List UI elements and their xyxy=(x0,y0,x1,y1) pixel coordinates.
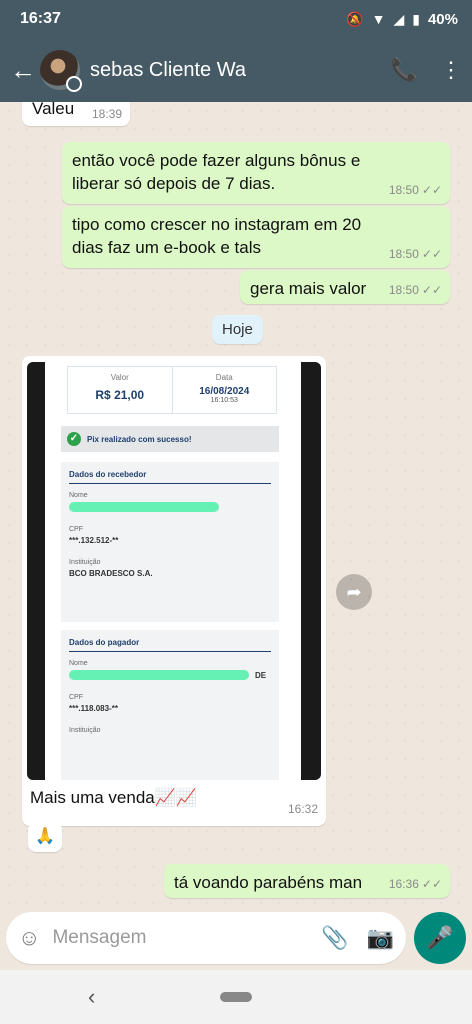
value-cell: Valor R$ 21,00 xyxy=(68,367,172,413)
recipient-title: Dados do recebedor xyxy=(69,470,271,484)
avatar[interactable] xyxy=(40,50,82,92)
message-meta: 18:50 ✓✓ xyxy=(389,282,442,298)
image-caption: Mais uma venda📈📈 xyxy=(30,788,198,807)
attach-icon[interactable]: 📎 xyxy=(321,925,348,951)
reaction-badge[interactable]: 🙏 xyxy=(28,822,62,852)
message-time: 16:36 xyxy=(388,876,419,891)
cpf-value: ***.132.512-** xyxy=(69,536,119,545)
message-input[interactable] xyxy=(52,927,322,949)
mute-icon: 🔕 xyxy=(346,10,364,27)
back-arrow-icon[interactable]: ← xyxy=(10,55,40,86)
receipt-image[interactable]: Valor R$ 21,00 Data 16/08/2024 16:10:53 … xyxy=(27,362,321,780)
message-bubble[interactable]: tipo como crescer no instagram em 20 dia… xyxy=(62,206,450,268)
message-text: tipo como crescer no instagram em 20 dia… xyxy=(72,215,362,257)
message-text: gera mais valor xyxy=(250,279,367,298)
cpf-label: CPF xyxy=(69,694,83,701)
read-ticks-icon: ✓✓ xyxy=(421,182,442,197)
receipt-paper: Valor R$ 21,00 Data 16/08/2024 16:10:53 … xyxy=(45,362,301,780)
check-icon: ✓ xyxy=(67,432,81,446)
message-bubble[interactable]: então você pode fazer alguns bônus e lib… xyxy=(62,142,450,204)
date-label: Data xyxy=(215,373,233,382)
signal-icon: ◢ xyxy=(393,10,405,27)
name-suffix: DE xyxy=(255,670,267,680)
status-time: 16:37 xyxy=(20,10,61,27)
message-time: 18:50 xyxy=(388,246,419,261)
status-ring-icon xyxy=(66,76,82,92)
time-value: 16:10:53 xyxy=(210,397,238,404)
status-bar: 16:37 🔕 ▼ ◢ ▮ 40% xyxy=(0,0,472,38)
read-ticks-icon: ✓✓ xyxy=(421,282,442,297)
redacted-name xyxy=(69,670,249,680)
date-value: 16/08/2024 xyxy=(199,386,250,397)
message-text: tá voando parabéns man xyxy=(174,873,363,892)
read-ticks-icon: ✓✓ xyxy=(421,876,442,891)
system-nav-bar: ‹ xyxy=(0,970,472,1024)
camera-icon[interactable]: 📷 xyxy=(367,925,394,951)
battery-icon: ▮ xyxy=(412,10,420,27)
composer: ☺ 📎 📷 🎤 xyxy=(0,908,472,970)
value-label: Valor xyxy=(110,373,129,382)
payer-section: Dados do pagador Nome DE CPF ***.118.083… xyxy=(61,630,279,780)
message-time: 18:39 xyxy=(91,106,122,121)
read-ticks-icon: ✓✓ xyxy=(421,246,442,261)
message-text: então você pode fazer alguns bônus e lib… xyxy=(72,151,361,193)
success-text: Pix realizado com sucesso! xyxy=(87,434,192,444)
institution-value: BCO BRADESCO S.A. xyxy=(69,569,153,578)
name-label: Nome xyxy=(69,492,88,499)
institution-label: Instituição xyxy=(69,559,101,566)
message-bubble[interactable]: tá voando parabéns man 16:36 ✓✓ xyxy=(164,864,450,898)
message-field-container: ☺ 📎 📷 xyxy=(6,912,406,964)
contact-name[interactable]: sebas Cliente Wa xyxy=(90,59,369,82)
more-options-icon[interactable]: ⋮ xyxy=(440,57,462,83)
date-cell: Data 16/08/2024 16:10:53 xyxy=(171,367,277,413)
message-time: 18:50 xyxy=(388,282,419,297)
add-call-icon[interactable]: 📞 xyxy=(391,57,418,83)
battery-level: 40% xyxy=(427,10,458,28)
emoji-icon[interactable]: ☺ xyxy=(18,925,40,951)
status-icons: 🔕 ▼ ◢ ▮ 40% xyxy=(346,11,458,28)
redacted-name xyxy=(69,502,219,512)
chat-header: ← sebas Cliente Wa 📞 ⋮ xyxy=(0,38,472,102)
cpf-label: CPF xyxy=(69,526,83,533)
message-text: Valeu xyxy=(32,102,75,118)
message-bubble[interactable]: Valeu 18:39 xyxy=(22,102,130,126)
payer-name-row: DE xyxy=(69,667,271,680)
message-bubble[interactable]: gera mais valor 18:50 ✓✓ xyxy=(240,270,450,304)
receipt-value-box: Valor R$ 21,00 Data 16/08/2024 16:10:53 xyxy=(67,366,277,414)
recipient-section: Dados do recebedor Nome CPF ***.132.512-… xyxy=(61,462,279,622)
institution-label: Instituição xyxy=(69,727,101,734)
success-banner: ✓ Pix realizado com sucesso! xyxy=(61,426,279,452)
message-time: 16:32 xyxy=(287,802,318,816)
message-meta: 18:50 ✓✓ xyxy=(389,182,442,198)
message-meta: 18:50 ✓✓ xyxy=(389,246,442,262)
nav-back-icon[interactable]: ‹ xyxy=(88,984,95,1010)
forward-icon[interactable]: ➦ xyxy=(336,574,372,610)
message-meta: 16:36 ✓✓ xyxy=(389,876,442,892)
value-amount: R$ 21,00 xyxy=(95,388,145,402)
message-time: 18:50 xyxy=(388,182,419,197)
wifi-icon: ▼ xyxy=(371,11,386,27)
message-list[interactable]: Valeu 18:39 então você pode fazer alguns… xyxy=(0,102,472,908)
image-message[interactable]: Valor R$ 21,00 Data 16/08/2024 16:10:53 … xyxy=(22,356,326,826)
payer-title: Dados do pagador xyxy=(69,638,271,652)
mic-icon[interactable]: 🎤 xyxy=(414,912,466,964)
home-pill-icon[interactable] xyxy=(220,992,252,1002)
cpf-value: ***.118.083-** xyxy=(69,704,118,713)
date-divider: Hoje xyxy=(212,315,263,344)
name-label: Nome xyxy=(69,660,88,667)
